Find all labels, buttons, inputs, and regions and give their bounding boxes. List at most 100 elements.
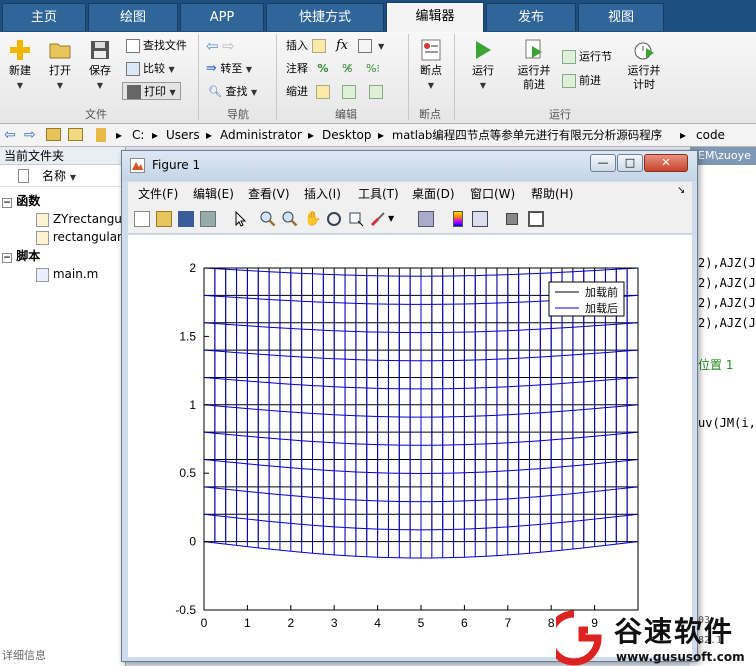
address-bar: ⇦ ⇨ ▸ C: ▸ Users ▸ Administrator ▸ Deskt…: [0, 124, 756, 147]
code-line: 2),AJZ(J: [698, 316, 756, 330]
save-figure-icon[interactable]: [178, 211, 194, 227]
menu-help[interactable]: 帮助(H): [531, 185, 573, 202]
figure-window[interactable]: Figure 1 — □ ✕ 文件(F) 编辑(E) 查看(V) 插入(I) 工…: [121, 150, 698, 662]
open-button[interactable]: 打开 ▼: [42, 38, 78, 93]
back-forward-buttons[interactable]: ⇦ ⇨: [206, 37, 235, 55]
brush-dropdown-icon[interactable]: ▼: [388, 211, 404, 227]
close-button[interactable]: ✕: [644, 154, 688, 172]
menu-window[interactable]: 窗口(W): [470, 185, 515, 202]
show-plot-tools-icon[interactable]: [528, 211, 544, 227]
figure-title-bar[interactable]: Figure 1 — □ ✕: [122, 151, 697, 181]
insert-button[interactable]: 插入 fx ▼: [286, 37, 384, 55]
tree-group-scripts[interactable]: − 脚本: [2, 247, 40, 265]
tab-home[interactable]: 主页: [2, 3, 86, 31]
fx-icon[interactable]: fx: [336, 38, 348, 53]
function-icon[interactable]: [357, 39, 372, 53]
y-tick-label: 0.5: [179, 466, 196, 480]
goto-button[interactable]: ⇛ 转至 ▼: [206, 60, 252, 78]
dock-icon[interactable]: ↘: [677, 185, 685, 196]
link-plot-icon[interactable]: [418, 211, 434, 227]
find-button[interactable]: 🔍︎ 查找 ▼: [208, 83, 257, 101]
file-icon: [18, 169, 29, 183]
tab-view[interactable]: 视图: [578, 3, 664, 31]
compare-button[interactable]: 比较 ▼: [126, 60, 175, 78]
figure-canvas[interactable]: 0 1 2 3 4 5 6 7 8 9 -0.5 0 0.5 1 1.5 2 加载前 加载后: [128, 235, 692, 657]
path-segment-users[interactable]: Users: [166, 124, 200, 146]
floppy-icon: [91, 41, 109, 59]
panel-title: 当前文件夹: [0, 147, 125, 165]
path-segment-code[interactable]: code: [696, 124, 725, 146]
run-and-time-label: 运行并 计时: [627, 64, 661, 91]
menu-insert[interactable]: 插入(I): [304, 185, 341, 202]
tree-group-functions[interactable]: − 函数: [2, 192, 40, 210]
up-folder-icon[interactable]: [46, 128, 61, 141]
column-header-name[interactable]: 名称 ▼: [0, 165, 125, 187]
maximize-button[interactable]: □: [617, 154, 643, 172]
increase-indent-icon[interactable]: [342, 85, 356, 99]
save-button[interactable]: 保存 ▼: [82, 38, 118, 93]
find-files-button[interactable]: 查找文件: [126, 37, 187, 55]
menu-view[interactable]: 查看(V): [248, 185, 290, 202]
group-label: 脚本: [16, 249, 41, 263]
legend-icon[interactable]: [472, 211, 488, 227]
hide-plot-tools-icon[interactable]: [506, 213, 518, 225]
path-segment-drive[interactable]: C:: [132, 124, 144, 146]
menu-file[interactable]: 文件(F): [138, 185, 178, 202]
forward-icon[interactable]: ⇨: [24, 124, 36, 146]
file-name: main.m: [52, 267, 99, 281]
smart-indent-icon[interactable]: [315, 85, 330, 99]
tab-apps[interactable]: APP: [180, 3, 264, 31]
path-segment-desktop[interactable]: Desktop: [322, 124, 372, 146]
pan-hand-icon[interactable]: ✋: [304, 211, 321, 227]
tab-publish[interactable]: 发布: [486, 3, 576, 31]
open-file-icon[interactable]: [156, 211, 172, 227]
uncomment-icon[interactable]: %̸: [342, 62, 352, 75]
x-tick-label: 3: [331, 616, 338, 630]
ribbon-separator: [276, 34, 277, 120]
run-and-time-button[interactable]: 运行并 计时: [622, 38, 666, 92]
back-icon[interactable]: ⇦: [4, 124, 16, 146]
menu-desktop[interactable]: 桌面(D): [412, 185, 455, 202]
comment-button[interactable]: 注释 % %̸ %⁝: [286, 60, 380, 78]
print-button[interactable]: 打印 ▼: [122, 82, 181, 100]
menu-edit[interactable]: 编辑(E): [193, 185, 234, 202]
editor-tab[interactable]: EM\zuoye: [690, 147, 756, 165]
details-bar[interactable]: 详细信息: [2, 647, 46, 665]
new-button[interactable]: 新建 ▼: [4, 38, 36, 93]
data-cursor-icon[interactable]: [348, 211, 364, 227]
tab-plots[interactable]: 绘图: [88, 3, 178, 31]
list-item[interactable]: rectangular: [36, 228, 122, 246]
run-button[interactable]: 运行 ▼: [466, 38, 500, 93]
advance-button[interactable]: 前进: [562, 72, 601, 90]
decrease-indent-icon[interactable]: [368, 85, 383, 99]
run-and-advance-button[interactable]: 运行并 前进: [512, 38, 556, 92]
breakpoints-button[interactable]: 断点 ▼: [414, 38, 448, 93]
pointer-icon[interactable]: [232, 210, 248, 227]
menu-tools[interactable]: 工具(T): [358, 185, 399, 202]
stopwatch-icon: [634, 42, 654, 60]
zoom-in-icon[interactable]: [260, 211, 276, 227]
percent-icon[interactable]: %: [318, 62, 329, 75]
zoom-out-icon[interactable]: [282, 211, 298, 227]
run-advance-icon: [525, 39, 542, 59]
minimize-button[interactable]: —: [590, 154, 616, 172]
list-item[interactable]: main.m: [36, 265, 98, 283]
browse-folder-icon[interactable]: [68, 128, 83, 141]
print-figure-icon[interactable]: [200, 211, 216, 227]
indent-button[interactable]: 缩进: [286, 83, 386, 101]
path-segment-administrator[interactable]: Administrator: [220, 124, 302, 146]
path-segment-project[interactable]: matlab编程四节点等参单元进行有限元分析源码程序: [392, 124, 662, 146]
new-figure-icon[interactable]: [134, 211, 150, 227]
brush-icon[interactable]: [370, 211, 386, 227]
wrap-comment-icon[interactable]: %⁝: [366, 62, 380, 75]
run-section-button[interactable]: 运行节: [562, 48, 612, 66]
tab-shortcuts[interactable]: 快捷方式: [266, 3, 384, 31]
mesh-chart[interactable]: 0 1 2 3 4 5 6 7 8 9-0.500.511.52加载前加载后: [128, 235, 692, 657]
rotate-3d-icon[interactable]: [326, 211, 342, 227]
path-separator: ▸: [378, 128, 385, 142]
run-and-advance-label: 运行并 前进: [517, 64, 551, 91]
new-label: 新建: [9, 64, 31, 77]
tab-editor[interactable]: 编辑器: [386, 2, 484, 32]
colorbar-icon[interactable]: [453, 211, 463, 227]
find-files-label: 查找文件: [143, 39, 187, 52]
